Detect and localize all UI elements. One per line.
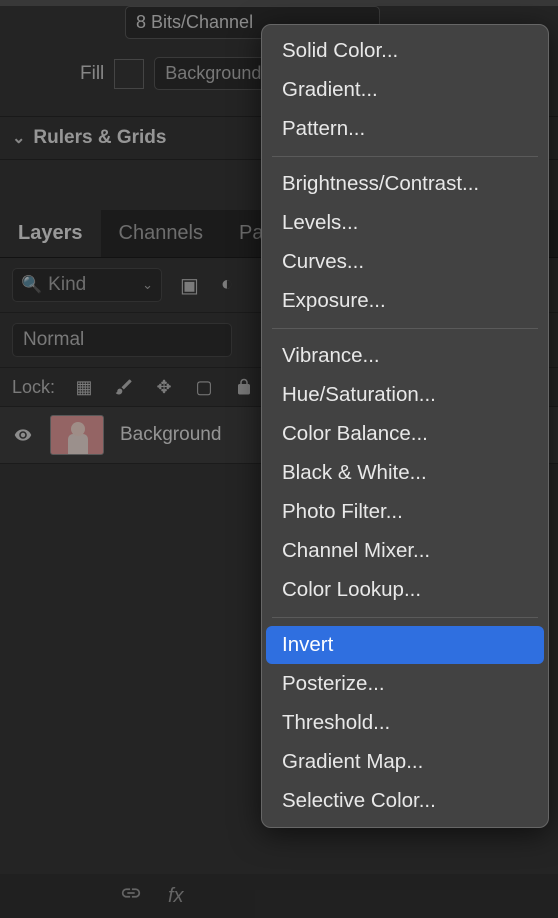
visibility-eye-icon[interactable] <box>12 426 34 444</box>
menu-item-solid-color[interactable]: Solid Color... <box>266 32 544 70</box>
rulers-grids-label: Rulers & Grids <box>33 127 166 149</box>
layer-filter-kind[interactable]: 🔍 Kind ⌄ <box>12 268 162 302</box>
adjustment-layer-menu: Solid Color... Gradient... Pattern... Br… <box>261 24 549 828</box>
layer-thumbnail[interactable] <box>50 415 104 455</box>
menu-item-vibrance[interactable]: Vibrance... <box>266 337 544 375</box>
search-icon: 🔍 <box>21 275 42 295</box>
chevron-down-icon: ⌄ <box>142 277 153 293</box>
menu-item-invert[interactable]: Invert <box>266 626 544 664</box>
lock-artboard-icon[interactable]: ▢ <box>193 376 215 398</box>
bits-label: 8 Bits/Channel <box>136 12 253 33</box>
menu-separator <box>272 617 538 618</box>
menu-item-color-balance[interactable]: Color Balance... <box>266 415 544 453</box>
lock-position-icon[interactable]: ✥ <box>153 376 175 398</box>
blend-mode-dropdown[interactable]: Normal <box>12 323 232 357</box>
layer-name-label: Background <box>120 424 221 446</box>
lock-all-icon[interactable] <box>233 376 255 398</box>
menu-item-curves[interactable]: Curves... <box>266 243 544 281</box>
menu-item-black-white[interactable]: Black & White... <box>266 454 544 492</box>
menu-item-photo-filter[interactable]: Photo Filter... <box>266 493 544 531</box>
kind-label: Kind <box>48 274 86 296</box>
fill-label: Fill <box>80 63 104 85</box>
menu-item-color-lookup[interactable]: Color Lookup... <box>266 571 544 609</box>
menu-item-selective-color[interactable]: Selective Color... <box>266 782 544 820</box>
menu-item-threshold[interactable]: Threshold... <box>266 704 544 742</box>
menu-separator <box>272 328 538 329</box>
tab-layers[interactable]: Layers <box>0 210 101 257</box>
menu-item-gradient[interactable]: Gradient... <box>266 71 544 109</box>
menu-item-exposure[interactable]: Exposure... <box>266 282 544 320</box>
menu-item-channel-mixer[interactable]: Channel Mixer... <box>266 532 544 570</box>
layers-bottom-bar: fx <box>0 874 558 918</box>
adjustment-layer-filter-icon[interactable]: ◐ <box>221 273 233 298</box>
menu-item-posterize[interactable]: Posterize... <box>266 665 544 703</box>
link-layers-icon[interactable] <box>120 882 142 910</box>
menu-item-brightness-contrast[interactable]: Brightness/Contrast... <box>266 165 544 203</box>
tab-channels[interactable]: Channels <box>101 210 222 257</box>
lock-label: Lock: <box>12 377 55 398</box>
menu-separator <box>272 156 538 157</box>
pixel-layer-filter-icon[interactable]: ▣ <box>180 273 199 298</box>
fill-swatch[interactable] <box>114 59 144 89</box>
blend-mode-label: Normal <box>23 329 84 351</box>
menu-item-levels[interactable]: Levels... <box>266 204 544 242</box>
lock-paint-icon[interactable] <box>113 376 135 398</box>
menu-item-hue-saturation[interactable]: Hue/Saturation... <box>266 376 544 414</box>
menu-item-pattern[interactable]: Pattern... <box>266 110 544 148</box>
fx-icon[interactable]: fx <box>168 885 184 908</box>
menu-item-gradient-map[interactable]: Gradient Map... <box>266 743 544 781</box>
chevron-down-icon: ⌄ <box>12 128 25 148</box>
lock-transparency-icon[interactable]: ▦ <box>73 376 95 398</box>
